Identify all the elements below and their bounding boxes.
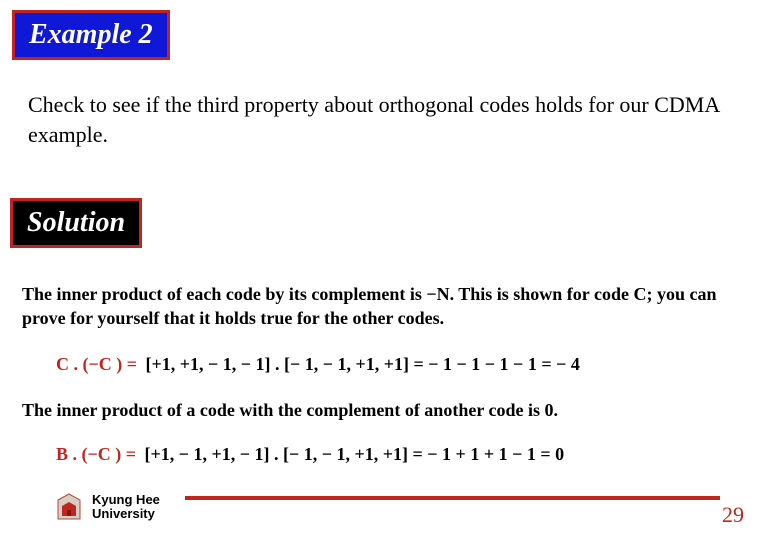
intro-paragraph-1: The inner product of each code by its co…	[22, 282, 762, 331]
university-name: Kyung Hee University	[92, 493, 160, 522]
equation-1-rhs: [+1, +1, − 1, − 1] . [− 1, − 1, +1, +1] …	[146, 354, 580, 374]
footer: Kyung Hee University	[56, 492, 160, 522]
solution-title-box: Solution	[10, 198, 142, 248]
university-line2: University	[92, 507, 160, 521]
equation-2: B . (−C ) = [+1, − 1, +1, − 1] . [− 1, −…	[56, 444, 564, 465]
solution-title: Solution	[27, 207, 125, 238]
question-text: Check to see if the third property about…	[28, 90, 748, 149]
equation-1-lhs: C . (−C ) =	[56, 354, 141, 374]
page-number: 29	[722, 502, 744, 528]
example-title: Example 2	[29, 19, 153, 50]
university-logo-icon	[56, 492, 82, 522]
equation-1: C . (−C ) = [+1, +1, − 1, − 1] . [− 1, −…	[56, 354, 580, 375]
equation-2-rhs: [+1, − 1, +1, − 1] . [− 1, − 1, +1, +1] …	[145, 444, 565, 464]
example-title-box: Example 2	[12, 10, 170, 60]
intro-paragraph-2: The inner product of a code with the com…	[22, 400, 762, 421]
footer-divider	[185, 496, 720, 500]
university-line1: Kyung Hee	[92, 493, 160, 507]
equation-2-lhs: B . (−C ) =	[56, 444, 140, 464]
